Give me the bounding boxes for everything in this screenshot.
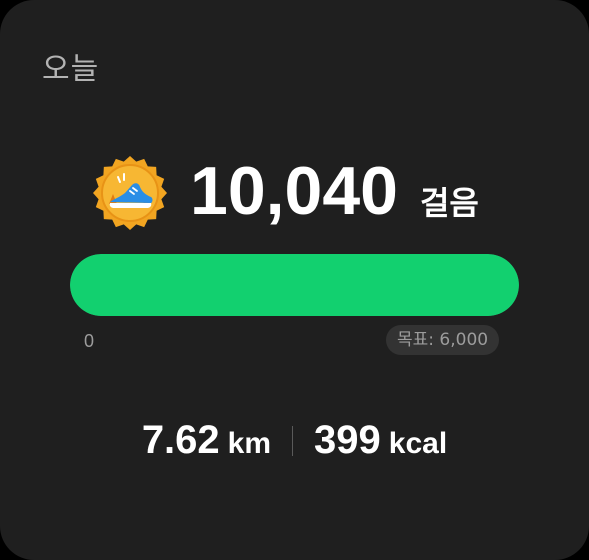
- steps-unit: 걸음: [419, 184, 479, 222]
- distance-stat: 7.62 km: [142, 418, 271, 463]
- stats-divider: [292, 425, 294, 456]
- goal-badge: 목표: 6,000: [386, 325, 500, 355]
- distance-value: 7.62: [141, 418, 220, 462]
- steps-progress-fill: [70, 254, 519, 316]
- card-title: 오늘: [42, 52, 100, 87]
- steps-count: 10,040 걸음: [190, 152, 479, 230]
- distance-unit: km: [227, 427, 272, 460]
- calories-value: 399: [314, 418, 381, 462]
- steps-card[interactable]: 오늘 10,040 걸음 0 목표: 6,000 7.62 km 399 kca…: [0, 0, 589, 560]
- stats-row: 7.62 km 399 kcal: [0, 418, 589, 463]
- progress-min-label: 0: [84, 331, 95, 351]
- steps-progress-bar: [70, 254, 519, 316]
- running-shoe-badge-icon: [92, 155, 168, 231]
- calories-unit: kcal: [388, 427, 448, 460]
- steps-value: 10,040: [190, 153, 398, 229]
- calories-stat: 399 kcal: [314, 418, 447, 463]
